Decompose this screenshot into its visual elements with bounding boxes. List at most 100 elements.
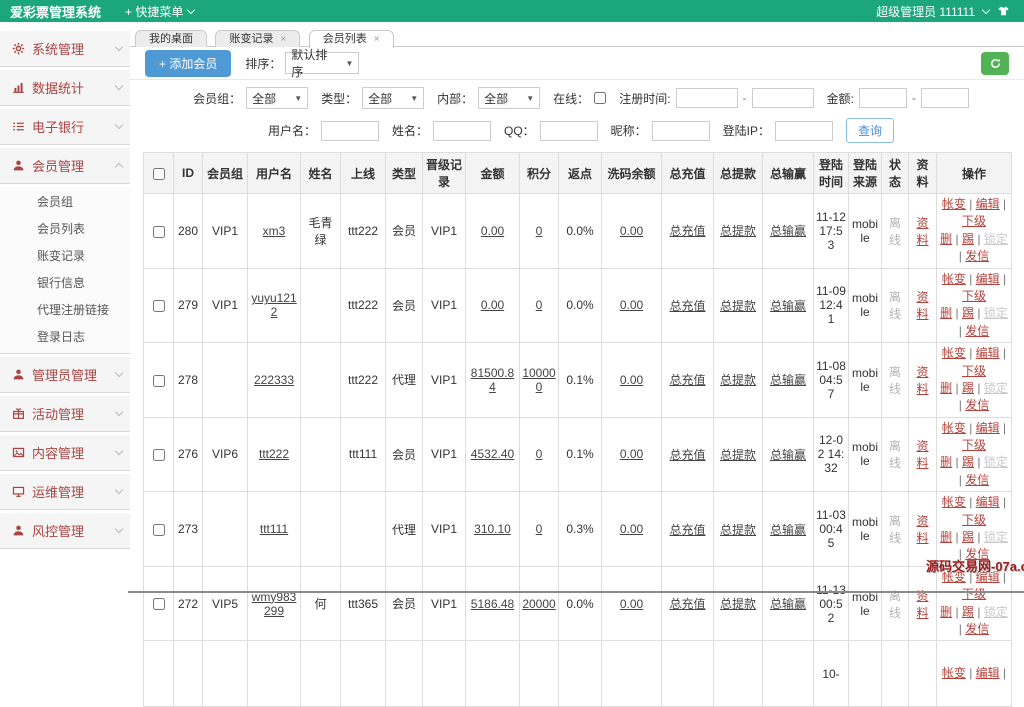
sidebar-item-agent-reg-link[interactable]: 代理注册链接 — [0, 297, 130, 324]
op-link[interactable]: 发信 — [965, 473, 989, 487]
profile-link[interactable]: 资料 — [916, 365, 928, 396]
row-checkbox[interactable] — [153, 449, 165, 461]
sidebar-item-login-log[interactable]: 登录日志 — [0, 324, 130, 351]
close-icon[interactable]: × — [280, 34, 286, 45]
op-link[interactable]: 下级 — [962, 289, 986, 303]
profile-link[interactable]: 资料 — [916, 439, 928, 470]
op-link[interactable]: 编辑 — [976, 421, 1000, 435]
close-icon[interactable]: × — [374, 34, 380, 45]
op-link[interactable]: 下级 — [962, 513, 986, 527]
op-link[interactable]: 踢 — [962, 530, 974, 544]
sidebar-item-ebank[interactable]: 电子银行 — [0, 109, 130, 145]
op-link[interactable]: 帐变 — [942, 197, 966, 211]
points-link[interactable]: 100000 — [522, 366, 555, 394]
amount-link[interactable]: 4532.40 — [471, 447, 514, 461]
profile-link[interactable]: 资料 — [916, 589, 928, 620]
total-winloss-link[interactable]: 总输赢 — [770, 523, 806, 537]
total-recharge-link[interactable]: 总充值 — [669, 448, 705, 462]
current-user-menu[interactable]: 超级管理员 111111 — [876, 3, 975, 20]
amount-link[interactable]: 0.00 — [481, 224, 504, 238]
wash-balance-link[interactable]: 0.00 — [620, 224, 643, 238]
op-link[interactable]: 发信 — [965, 249, 989, 263]
op-link[interactable]: 编辑 — [976, 346, 1000, 360]
sidebar-item-risk[interactable]: 风控管理 — [0, 513, 130, 549]
add-member-button[interactable]: + 添加会员 — [145, 50, 231, 77]
op-link[interactable]: 帐变 — [942, 421, 966, 435]
op-link[interactable]: 编辑 — [976, 272, 1000, 286]
wash-balance-link[interactable]: 0.00 — [620, 597, 643, 611]
op-link[interactable]: 帐变 — [942, 346, 966, 360]
op-link[interactable]: 踢 — [962, 306, 974, 320]
username-input[interactable] — [321, 121, 379, 141]
username-link[interactable]: xm3 — [263, 224, 286, 238]
reg-time-end-input[interactable] — [752, 88, 814, 108]
profile-link[interactable]: 资料 — [916, 216, 928, 247]
op-link[interactable]: 下级 — [962, 438, 986, 452]
op-link[interactable]: 锁定 — [984, 530, 1008, 544]
total-withdraw-link[interactable]: 总提款 — [720, 448, 756, 462]
total-winloss-link[interactable]: 总输赢 — [770, 299, 806, 313]
nickname-input[interactable] — [652, 121, 710, 141]
op-link[interactable]: 踢 — [962, 455, 974, 469]
sidebar-item-account-changes[interactable]: 账变记录 — [0, 243, 130, 270]
op-link[interactable]: 帐变 — [942, 272, 966, 286]
username-link[interactable]: yuyu1212 — [251, 291, 296, 319]
op-link[interactable]: 下级 — [962, 214, 986, 228]
sidebar-item-bank-info[interactable]: 银行信息 — [0, 270, 130, 297]
op-link[interactable]: 删 — [940, 605, 952, 619]
sidebar-item-admins[interactable]: 管理员管理 — [0, 357, 130, 393]
quick-menu-button[interactable]: + 快捷菜单 — [125, 3, 194, 20]
row-checkbox[interactable] — [153, 375, 165, 387]
amount-link[interactable]: 5186.48 — [471, 597, 514, 611]
tab-account-changes[interactable]: 账变记录× — [215, 30, 300, 47]
username-link[interactable]: wmy983299 — [252, 590, 297, 618]
username-link[interactable]: 222333 — [254, 373, 294, 387]
name-input[interactable] — [433, 121, 491, 141]
op-link[interactable]: 删 — [940, 306, 952, 320]
qq-input[interactable] — [540, 121, 598, 141]
row-checkbox[interactable] — [153, 226, 165, 238]
op-link[interactable]: 锁定 — [984, 381, 1008, 395]
points-link[interactable]: 0 — [536, 522, 543, 536]
op-link[interactable]: 编辑 — [976, 666, 1000, 680]
op-link[interactable]: 帐变 — [942, 495, 966, 509]
points-link[interactable]: 0 — [536, 447, 543, 461]
total-recharge-link[interactable]: 总充值 — [669, 224, 705, 238]
amount-min-input[interactable] — [859, 88, 907, 108]
search-button[interactable]: 查询 — [846, 118, 894, 143]
op-link[interactable]: 编辑 — [976, 495, 1000, 509]
profile-link[interactable]: 资料 — [916, 514, 928, 545]
total-winloss-link[interactable]: 总输赢 — [770, 224, 806, 238]
sidebar-item-statistics[interactable]: 数据统计 — [0, 70, 130, 106]
refresh-button[interactable] — [981, 52, 1009, 75]
wash-balance-link[interactable]: 0.00 — [620, 373, 643, 387]
op-link[interactable]: 帐变 — [942, 666, 966, 680]
row-checkbox[interactable] — [153, 524, 165, 536]
wash-balance-link[interactable]: 0.00 — [620, 298, 643, 312]
op-link[interactable]: 发信 — [965, 324, 989, 338]
reg-time-start-input[interactable] — [676, 88, 738, 108]
member-group-select[interactable]: 全部▼ — [246, 87, 308, 109]
username-link[interactable]: ttt222 — [259, 447, 289, 461]
op-link[interactable]: 锁定 — [984, 455, 1008, 469]
sidebar-item-system[interactable]: 系统管理 — [0, 31, 130, 67]
sort-select[interactable]: 默认排序 ▼ — [285, 52, 359, 74]
profile-link[interactable]: 资料 — [916, 290, 928, 321]
op-link[interactable]: 锁定 — [984, 605, 1008, 619]
tab-my-desktop[interactable]: 我的桌面 — [135, 30, 207, 47]
total-winloss-link[interactable]: 总输赢 — [770, 597, 806, 611]
amount-link[interactable]: 0.00 — [481, 298, 504, 312]
total-withdraw-link[interactable]: 总提款 — [720, 299, 756, 313]
amount-max-input[interactable] — [921, 88, 969, 108]
total-withdraw-link[interactable]: 总提款 — [720, 523, 756, 537]
op-link[interactable]: 删 — [940, 381, 952, 395]
total-recharge-link[interactable]: 总充值 — [669, 373, 705, 387]
op-link[interactable]: 下级 — [962, 364, 986, 378]
points-link[interactable]: 0 — [536, 224, 543, 238]
wash-balance-link[interactable]: 0.00 — [620, 447, 643, 461]
amount-link[interactable]: 81500.84 — [471, 366, 514, 394]
sidebar-item-content[interactable]: 内容管理 — [0, 435, 130, 471]
op-link[interactable]: 发信 — [965, 622, 989, 636]
sidebar-item-member-groups[interactable]: 会员组 — [0, 189, 130, 216]
op-link[interactable]: 踢 — [962, 232, 974, 246]
